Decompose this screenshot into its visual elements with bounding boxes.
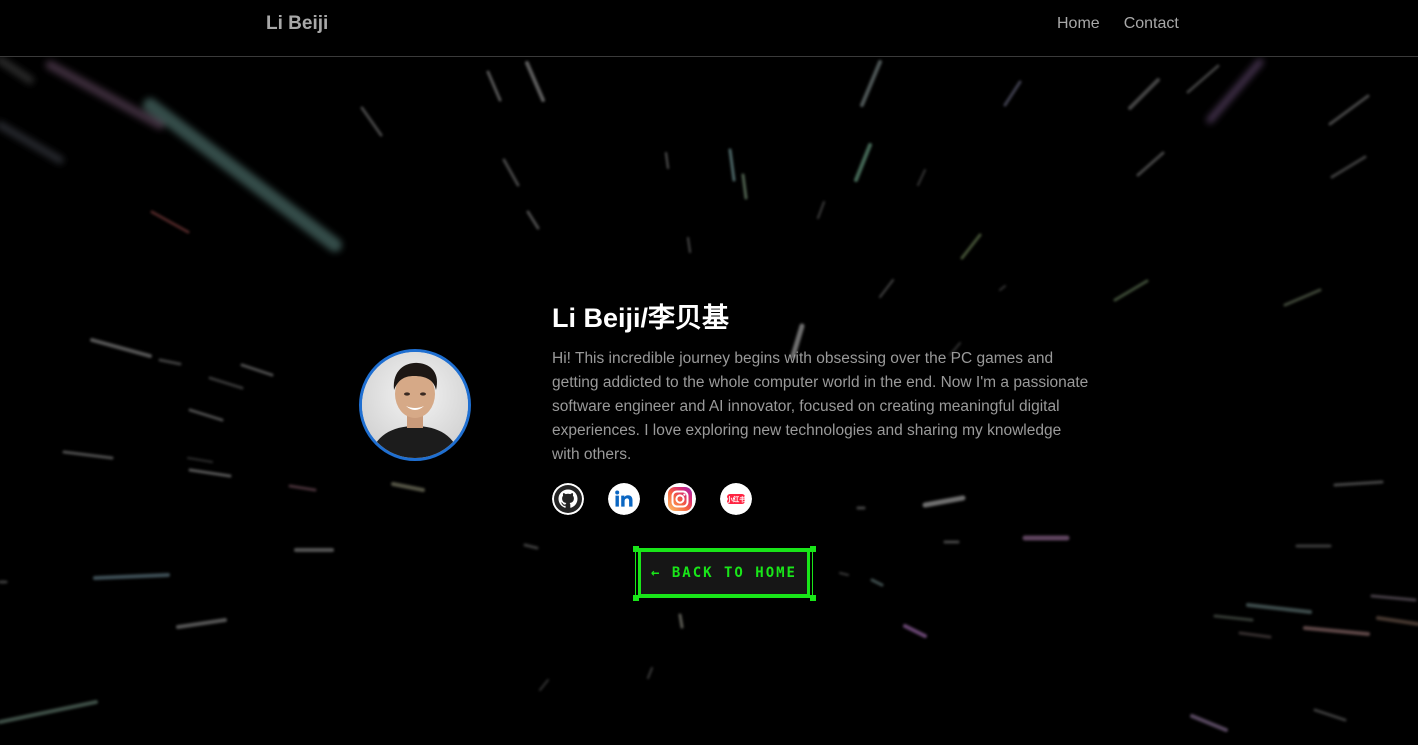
back-button-wrapper: ← BACK TO HOME <box>633 546 816 601</box>
github-icon[interactable] <box>552 483 584 515</box>
brand-logo-link[interactable]: Li Beiji <box>266 13 328 35</box>
top-navbar: Li Beiji Home Contact <box>0 0 1418 57</box>
xiaohongshu-logo-text: 小红书 <box>725 494 746 503</box>
nav-links: Home Contact <box>1057 15 1179 33</box>
page: Li Beiji Home Contact Li Beiji/李贝基 Hi! T… <box>0 0 1418 745</box>
linkedin-icon[interactable] <box>608 483 640 515</box>
profile-avatar <box>359 349 471 461</box>
profile-name: Li Beiji/李贝基 <box>552 303 730 333</box>
selection-handle-top-right <box>810 546 816 552</box>
selection-handle-bottom-right <box>810 595 816 601</box>
social-links: 小红书 <box>552 483 752 515</box>
back-to-home-button[interactable]: ← BACK TO HOME <box>638 549 810 597</box>
profile-bio: Hi! This incredible journey begins with … <box>552 350 1089 463</box>
avatar-photo <box>362 352 468 458</box>
nav-link-home[interactable]: Home <box>1057 15 1100 33</box>
xiaohongshu-icon[interactable]: 小红书 <box>720 483 752 515</box>
instagram-icon[interactable] <box>664 483 696 515</box>
nav-link-contact[interactable]: Contact <box>1124 15 1179 33</box>
